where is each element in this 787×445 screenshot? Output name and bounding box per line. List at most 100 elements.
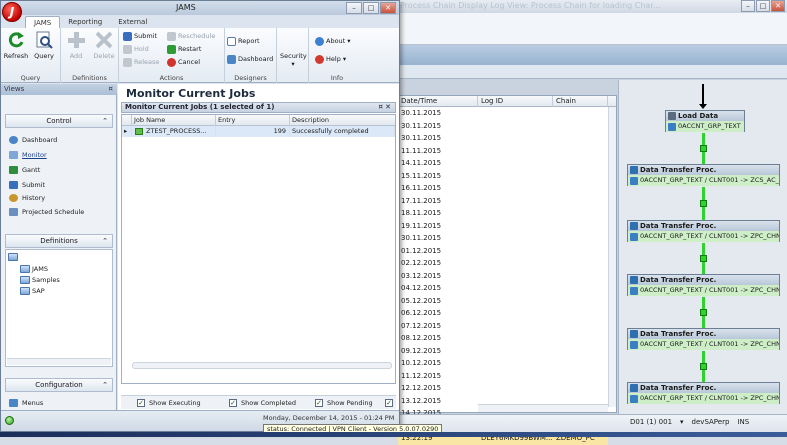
table-row[interactable]: 12.12.2015: [398, 382, 608, 395]
nav-item-monitor[interactable]: Monitor: [9, 149, 47, 161]
process-node[interactable]: Data Transfer Proc. 0ACCNT_GRP_TEXT / CLN…: [627, 382, 780, 404]
chain-cell: [553, 270, 608, 283]
table-row[interactable]: 30.11.2015: [398, 132, 608, 145]
nav-item-history[interactable]: History: [9, 192, 45, 204]
query-button[interactable]: Query: [31, 30, 57, 60]
help-button[interactable]: Help ▾: [315, 54, 346, 65]
tree-item-jams[interactable]: JAMS: [20, 264, 48, 274]
chevron-down-icon: ▾: [291, 60, 295, 68]
jams-logo-icon[interactable]: J: [2, 2, 22, 22]
chevron-down-icon[interactable]: ▾: [680, 418, 684, 426]
nav-item-projected-schedule[interactable]: Projected Schedule: [9, 206, 84, 218]
table-row[interactable]: 30.11.2015: [398, 120, 608, 133]
table-row[interactable]: 16.11.2015: [398, 182, 608, 195]
minimize-icon[interactable]: –: [346, 2, 362, 14]
table-row[interactable]: 04.12.2015: [398, 282, 608, 295]
tab-external[interactable]: External: [110, 16, 155, 28]
nav-item-menus[interactable]: Menus: [9, 397, 43, 409]
reschedule-button[interactable]: Reschedule: [167, 31, 215, 42]
close-icon[interactable]: ✕: [771, 0, 785, 12]
table-row[interactable]: 03.12.2015: [398, 270, 608, 283]
close-icon[interactable]: ✕: [380, 2, 396, 14]
table-row[interactable]: ▸ ZTEST_PROCESS... 199 Successfully comp…: [122, 126, 395, 137]
table-row[interactable]: 11.11.2015: [398, 145, 608, 158]
chain-cell: [553, 257, 608, 270]
table-row[interactable]: 30.11.2015: [398, 107, 608, 120]
table-row[interactable]: 01.12.2015: [398, 245, 608, 258]
restart-button[interactable]: Restart: [167, 44, 201, 55]
column-header-description[interactable]: Description: [290, 115, 395, 126]
history-icon: [9, 194, 18, 202]
security-button[interactable]: Security ▾: [280, 52, 307, 68]
table-row[interactable]: 15.11.2015: [398, 170, 608, 183]
table-row[interactable]: 17.11.2015: [398, 195, 608, 208]
menus-icon: [9, 399, 18, 407]
submit-button[interactable]: Submit: [123, 31, 157, 42]
table-row[interactable]: 08.12.2015: [398, 332, 608, 345]
tree-root[interactable]: [8, 252, 20, 262]
column-header-entry[interactable]: Entry: [216, 115, 290, 126]
tab-jams[interactable]: JAMS: [25, 16, 61, 28]
process-node[interactable]: Data Transfer Proc. 0ACCNT_GRP_TEXT / CLN…: [627, 220, 780, 242]
nav-item-submit[interactable]: Submit: [9, 179, 45, 191]
table-row[interactable]: 09.12.2015: [398, 345, 608, 358]
dashboard-icon: [9, 136, 18, 144]
add-button[interactable]: Add: [63, 30, 89, 60]
background-header-band: [400, 45, 787, 65]
vertical-scrollbar[interactable]: [608, 107, 616, 407]
minimize-icon[interactable]: –: [741, 0, 755, 12]
filter-checkboxes: ✓ Show Executing ✓ Show Completed ✓ Show Pe…: [121, 395, 396, 409]
process-node[interactable]: Data Transfer Proc. 0ACCNT_GRP_TEXT / CLN…: [627, 164, 780, 186]
show-completed-checkbox[interactable]: ✓ Show Completed: [227, 396, 313, 410]
configuration-section-header[interactable]: Configuration ⌃: [5, 378, 113, 392]
show-pending-checkbox[interactable]: ✓ Show Pending: [313, 396, 383, 410]
filter-options-checkbox[interactable]: ✓: [383, 396, 395, 410]
row-indicator-icon: ▸: [122, 126, 132, 137]
horizontal-scrollbar[interactable]: [478, 404, 608, 412]
delete-button[interactable]: Delete: [91, 30, 117, 60]
about-button[interactable]: About ▾: [315, 36, 351, 47]
pin-icon[interactable]: ¤: [109, 84, 113, 95]
column-header-job-name[interactable]: Job Name: [132, 115, 216, 126]
table-row[interactable]: 18.11.2015: [398, 207, 608, 220]
datetime-cell: 19.11.2015: [401, 221, 442, 230]
tab-reporting[interactable]: Reporting: [60, 16, 110, 28]
column-header-logid[interactable]: Log ID: [478, 96, 553, 107]
maximize-icon[interactable]: □: [363, 2, 379, 14]
logid-cell: [478, 145, 553, 158]
column-header-datetime[interactable]: Date/Time: [398, 96, 478, 107]
table-row[interactable]: 11.12.2015: [398, 370, 608, 383]
logid-cell: [478, 382, 553, 395]
horizontal-scrollbar[interactable]: [132, 362, 392, 369]
table-row[interactable]: 02.12.2015: [398, 257, 608, 270]
horizontal-scrollbar[interactable]: [7, 358, 111, 365]
report-button[interactable]: Report: [227, 36, 260, 47]
process-node[interactable]: Data Transfer Proc. 0ACCNT_GRP_TEXT / CLN…: [627, 274, 780, 296]
table-row[interactable]: 30.11.2015: [398, 232, 608, 245]
definitions-section-header[interactable]: Definitions ⌃: [5, 234, 113, 248]
tree-item-sap[interactable]: SAP: [20, 286, 45, 296]
process-node[interactable]: Load Data 0ACCNT_GRP_TEXT: [665, 110, 745, 132]
show-executing-checkbox[interactable]: ✓ Show Executing: [135, 396, 227, 410]
tree-item-samples[interactable]: Samples: [20, 275, 60, 285]
close-icon[interactable]: ¤ ✕: [378, 103, 391, 112]
cancel-button[interactable]: Cancel: [167, 57, 200, 68]
table-row[interactable]: 07.12.2015: [398, 320, 608, 333]
refresh-button[interactable]: Refresh: [3, 30, 29, 60]
column-header-chain[interactable]: Chain: [553, 96, 608, 107]
nav-item-dashboard[interactable]: Dashboard: [9, 134, 57, 146]
maximize-icon[interactable]: □: [756, 0, 770, 12]
hold-button[interactable]: Hold: [123, 44, 149, 55]
process-node[interactable]: Data Transfer Proc. 0ACCNT_GRP_TEXT / CLN…: [627, 328, 780, 350]
nav-item-gantt[interactable]: Gantt: [9, 164, 40, 176]
table-row[interactable]: 05.12.2015: [398, 295, 608, 308]
release-button[interactable]: Release: [123, 57, 159, 68]
control-section-header[interactable]: Control ⌃: [5, 114, 113, 128]
table-row[interactable]: 06.12.2015: [398, 307, 608, 320]
connector-node-icon: [700, 362, 707, 370]
table-row[interactable]: 14.11.2015: [398, 157, 608, 170]
table-row[interactable]: 19.11.2015: [398, 220, 608, 233]
table-row[interactable]: 10.12.2015: [398, 357, 608, 370]
system-dropdown[interactable]: D01 (1) 001: [630, 418, 672, 426]
dashboard-button[interactable]: Dashboard: [227, 54, 273, 65]
